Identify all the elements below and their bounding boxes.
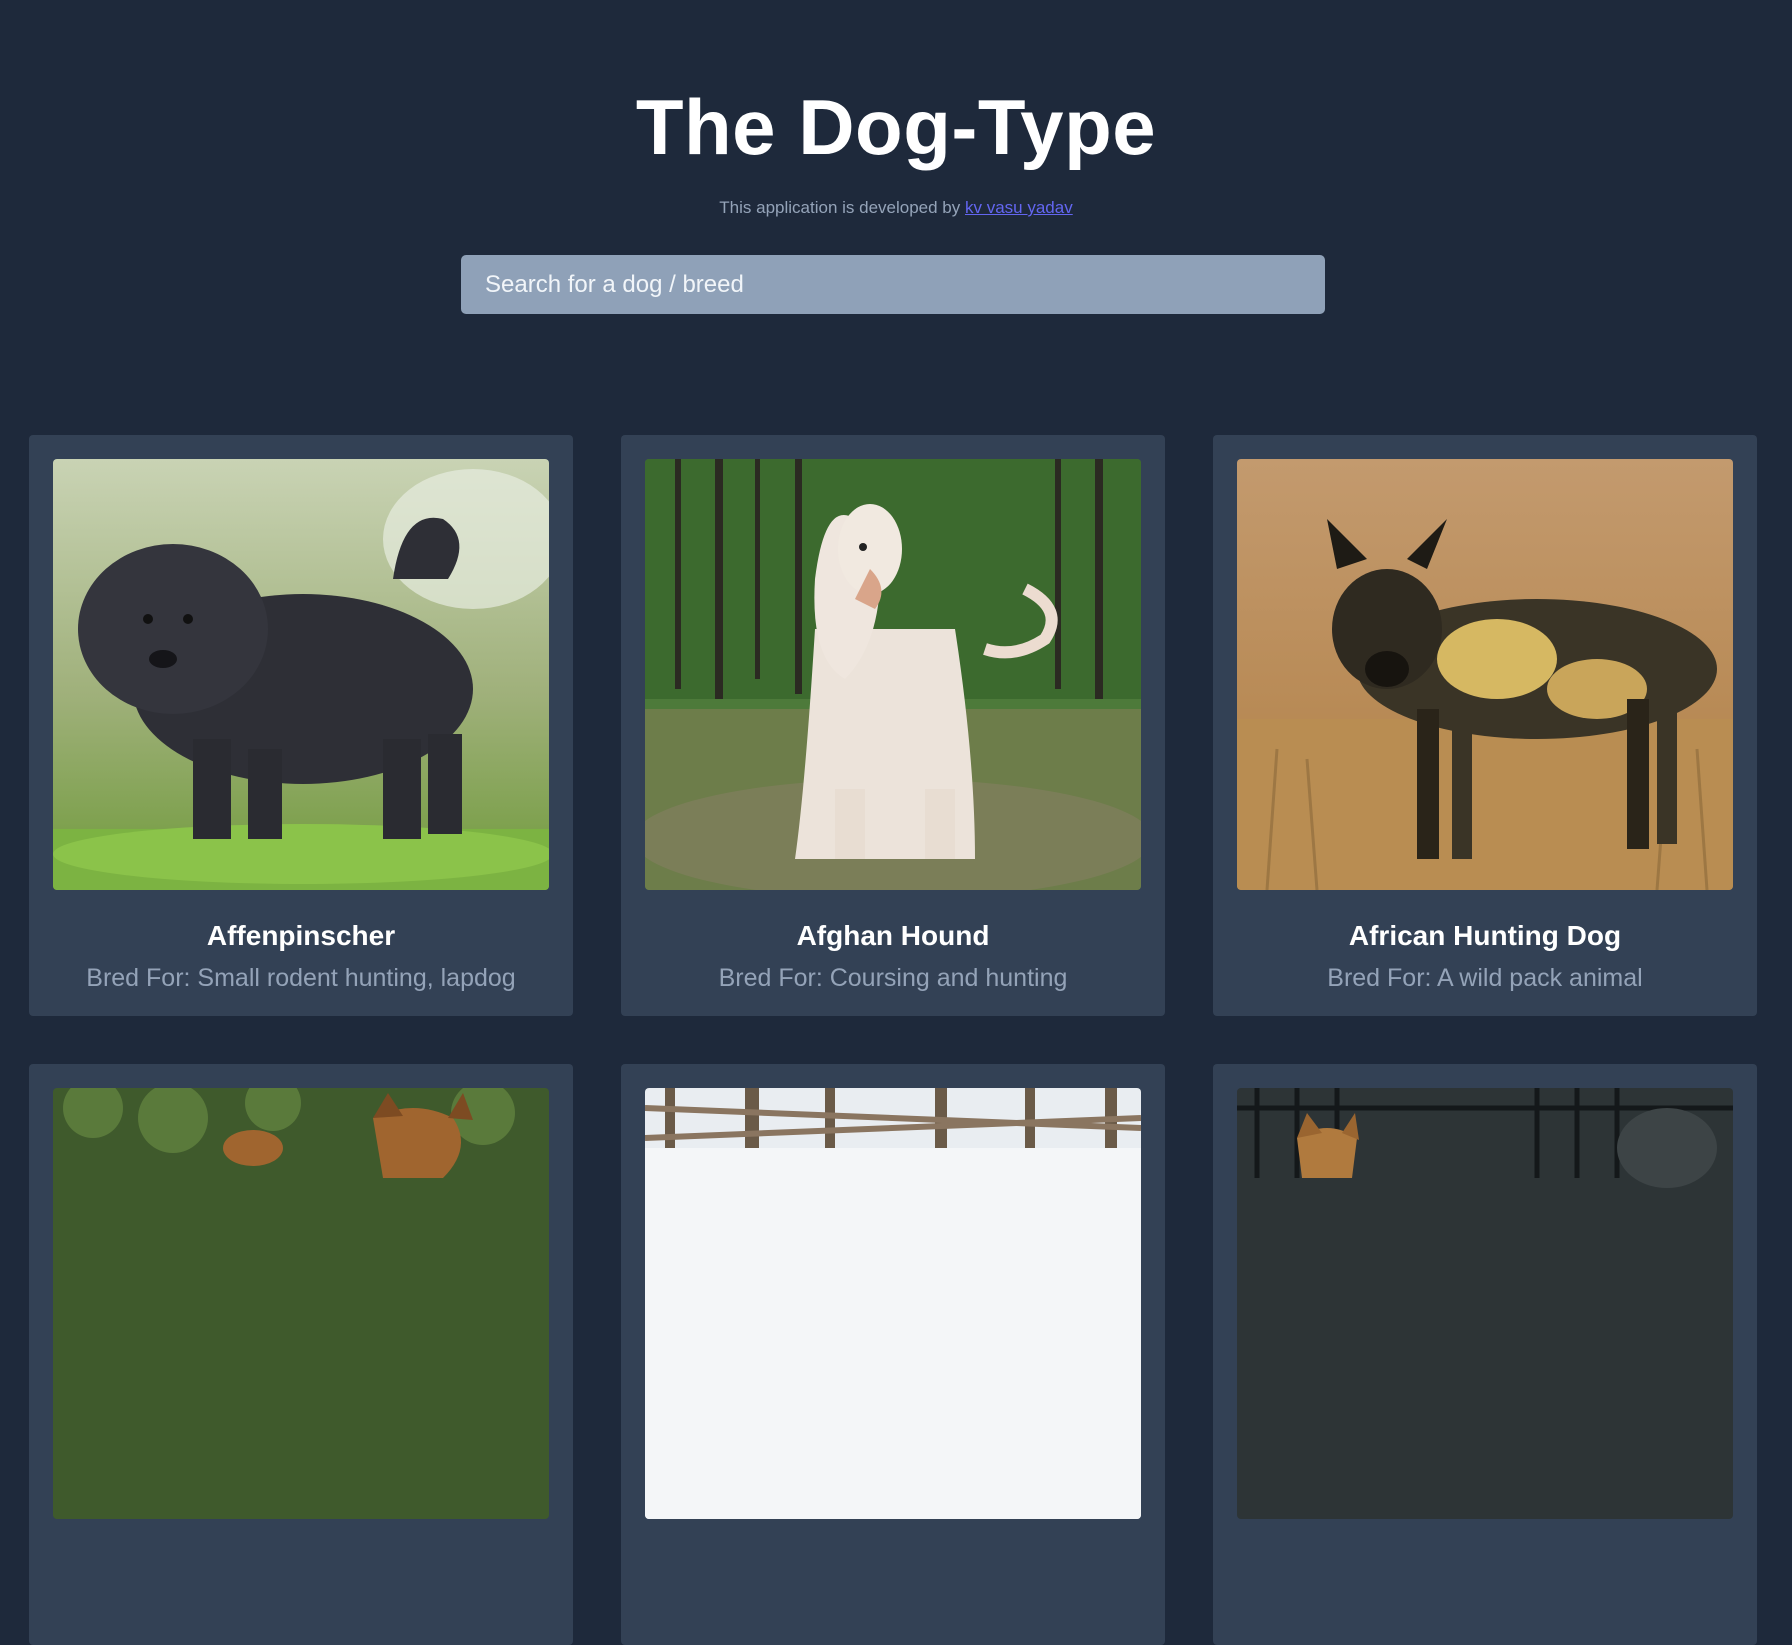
dog-photo — [645, 459, 1141, 890]
dog-photo — [1237, 1088, 1733, 1519]
dog-card[interactable] — [621, 1064, 1165, 1645]
dog-card[interactable]: African Hunting Dog Bred For: A wild pac… — [1213, 435, 1757, 1016]
dog-bred-for: Bred For: A wild pack animal — [1327, 964, 1643, 992]
dog-card-grid: Affenpinscher Bred For: Small rodent hun… — [29, 435, 1757, 1645]
dog-bred-for: Bred For: Small rodent hunting, lapdog — [86, 964, 516, 992]
author-link[interactable]: kv vasu yadav — [965, 198, 1073, 217]
dog-photo — [53, 459, 549, 890]
dog-card[interactable]: Afghan Hound Bred For: Coursing and hunt… — [621, 435, 1165, 1016]
credit-text: This application is developed by — [719, 198, 965, 217]
search-bar — [461, 255, 1325, 314]
dog-card[interactable] — [29, 1064, 573, 1645]
dog-name: African Hunting Dog — [1348, 920, 1622, 951]
dog-bred-for: Bred For: Coursing and hunting — [718, 964, 1068, 992]
dog-name: Afghan Hound — [796, 920, 990, 951]
dog-name: Affenpinscher — [206, 920, 396, 951]
dog-photo — [1237, 459, 1733, 890]
dog-photo — [53, 1088, 549, 1519]
search-input[interactable] — [461, 255, 1325, 314]
dog-photo — [645, 1088, 1141, 1519]
header: The Dog-Type This application is develop… — [0, 0, 1792, 218]
page-title: The Dog-Type — [635, 83, 1157, 171]
credit-line: This application is developed by kv vasu… — [0, 198, 1792, 218]
dog-card[interactable]: Affenpinscher Bred For: Small rodent hun… — [29, 435, 573, 1016]
dog-card[interactable] — [1213, 1064, 1757, 1645]
